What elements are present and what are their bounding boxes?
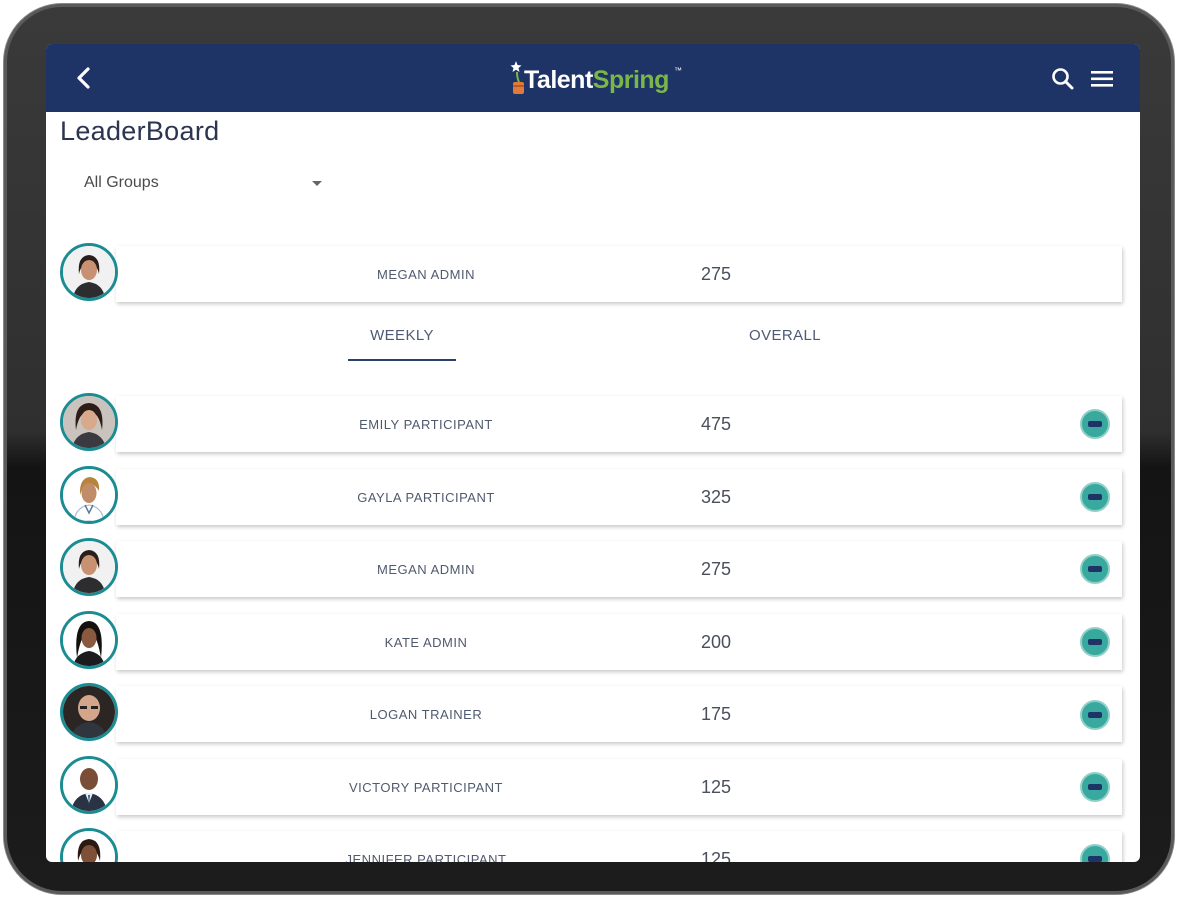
logo-wordmark: TalentSpring <box>524 66 669 95</box>
tablet-frame: TalentSpring ™ LeaderBoard All Groups ME… <box>4 4 1174 894</box>
leaderboard-row[interactable]: MEGAN ADMIN 275 <box>116 541 1122 597</box>
grad-cap-badge-icon <box>1080 772 1110 802</box>
participant-avatar[interactable] <box>60 756 118 814</box>
participant-name: MEGAN ADMIN <box>377 562 475 577</box>
participant-score: 475 <box>700 414 732 434</box>
participant-score: 125 <box>700 777 732 797</box>
current-user-avatar[interactable] <box>60 243 118 301</box>
leaderboard-tabs: WEEKLY OVERALL <box>46 314 1140 364</box>
participant-avatar[interactable] <box>60 393 118 451</box>
chevron-left-icon <box>77 67 90 89</box>
current-user-row: MEGAN ADMIN 275 <box>116 246 1122 302</box>
hamburger-menu-icon <box>1091 71 1113 87</box>
current-user-name: MEGAN ADMIN <box>377 267 475 282</box>
participant-avatar[interactable] <box>60 466 118 524</box>
group-filter-dropdown[interactable]: All Groups <box>84 168 334 200</box>
participant-score: 200 <box>700 632 732 652</box>
app-screen: TalentSpring ™ LeaderBoard All Groups ME… <box>46 44 1140 862</box>
logo-talent: Talent <box>524 66 593 94</box>
participant-avatar[interactable] <box>60 611 118 669</box>
participant-name: EMILY PARTICIPANT <box>359 417 493 432</box>
leaderboard-row[interactable]: KATE ADMIN 200 <box>116 614 1122 670</box>
current-user-score: 275 <box>700 264 732 284</box>
participant-name: LOGAN TRAINER <box>369 707 483 722</box>
participant-score: 325 <box>700 487 732 507</box>
search-icon <box>1052 68 1074 90</box>
participant-score: 275 <box>700 559 732 579</box>
leaderboard-row[interactable]: LOGAN TRAINER 175 <box>116 686 1122 742</box>
participant-avatar[interactable] <box>60 828 118 862</box>
grad-cap-badge-icon <box>1080 409 1110 439</box>
active-tab-indicator <box>348 359 456 361</box>
grad-cap-badge-icon <box>1080 554 1110 584</box>
page-title: LeaderBoard <box>60 116 220 146</box>
grad-cap-badge-icon <box>1080 627 1110 657</box>
app-header: TalentSpring ™ <box>46 44 1140 112</box>
leaderboard-row[interactable]: EMILY PARTICIPANT 475 <box>116 396 1122 452</box>
talentspring-logo: TalentSpring ™ <box>506 58 686 100</box>
leaderboard-list[interactable]: EMILY PARTICIPANT 475 GAYLA PARTICIPANT … <box>46 384 1140 862</box>
grad-cap-badge-icon <box>1080 482 1110 512</box>
participant-avatar[interactable] <box>60 683 118 741</box>
participant-avatar[interactable] <box>60 538 118 596</box>
participant-name: KATE ADMIN <box>384 635 468 650</box>
search-button[interactable] <box>1050 66 1076 92</box>
tab-overall[interactable]: OVERALL <box>726 314 844 362</box>
participant-name: GAYLA PARTICIPANT <box>357 490 495 505</box>
participant-name: JENNIFER PARTICIPANT <box>345 852 507 862</box>
logo-spring: Spring <box>592 66 670 94</box>
leaderboard-row[interactable]: VICTORY PARTICIPANT 125 <box>116 759 1122 815</box>
tab-weekly[interactable]: WEEKLY <box>348 314 456 362</box>
grad-cap-badge-icon <box>1080 700 1110 730</box>
leaderboard-row[interactable]: GAYLA PARTICIPANT 325 <box>116 469 1122 525</box>
logo-trademark: ™ <box>674 66 682 75</box>
participant-name: VICTORY PARTICIPANT <box>349 780 503 795</box>
participant-score: 175 <box>700 704 732 724</box>
caret-down-icon <box>312 181 322 186</box>
participant-score: 125 <box>700 849 732 862</box>
menu-button[interactable] <box>1090 68 1114 90</box>
group-filter-value: All Groups <box>84 174 159 191</box>
back-button[interactable] <box>68 62 100 94</box>
leaderboard-row[interactable]: JENNIFER PARTICIPANT 125 <box>116 831 1122 862</box>
